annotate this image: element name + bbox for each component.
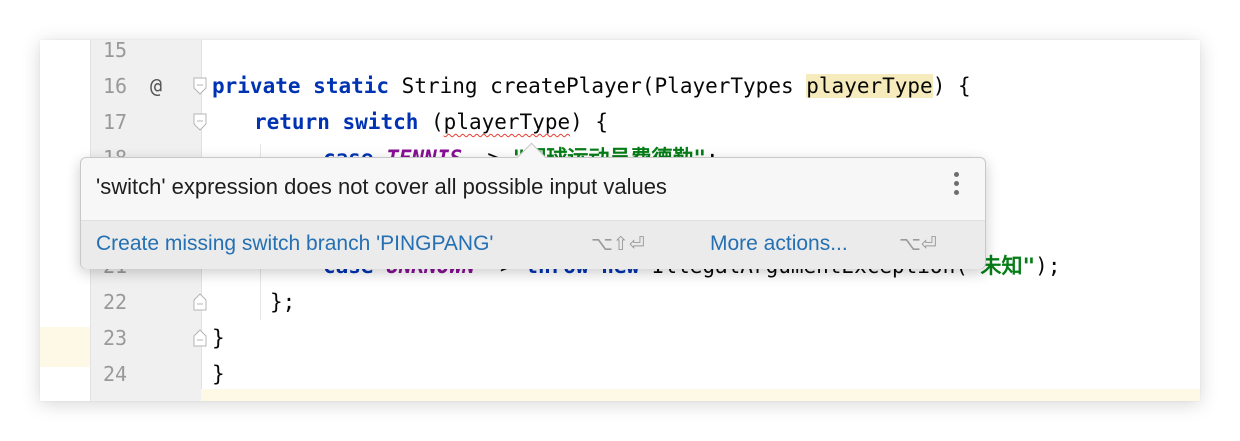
- override-annotation-marker[interactable]: @: [150, 68, 162, 104]
- line-number: 24: [103, 362, 128, 386]
- kebab-menu-icon[interactable]: [951, 172, 961, 202]
- line-number: 17: [103, 110, 128, 134]
- code-line[interactable]: 23 }: [40, 320, 1200, 356]
- line-number: 16: [103, 74, 128, 98]
- code-line[interactable]: 22 };: [40, 284, 1200, 320]
- code-line[interactable]: 17 return switch (playerType) {: [40, 104, 1200, 140]
- primary-action-shortcut: ⌥⇧⏎: [591, 233, 645, 255]
- more-actions-link[interactable]: More actions...: [710, 232, 848, 256]
- create-missing-branch-link[interactable]: Create missing switch branch 'PINGPANG': [96, 232, 493, 256]
- more-actions-shortcut: ⌥⏎: [899, 233, 937, 255]
- code-text[interactable]: };: [270, 284, 295, 320]
- code-text[interactable]: return switch (playerType) {: [254, 104, 608, 140]
- fold-collapse-icon[interactable]: [193, 113, 207, 131]
- code-text[interactable]: }: [212, 320, 225, 356]
- code-text[interactable]: }: [212, 356, 225, 392]
- error-underlined-param: playerType: [443, 110, 571, 134]
- inspection-popup: 'switch' expression does not cover all p…: [80, 142, 986, 269]
- code-line[interactable]: 24 }: [40, 356, 1200, 392]
- highlighted-parameter: playerType: [806, 74, 933, 98]
- fold-collapse-icon[interactable]: [193, 77, 207, 95]
- code-text[interactable]: private static String createPlayer(Playe…: [212, 68, 971, 104]
- line-number: 23: [103, 326, 128, 350]
- popup-actions: Create missing switch branch 'PINGPANG' …: [81, 220, 985, 269]
- line-number: 15: [103, 40, 128, 62]
- line-number: 22: [103, 290, 128, 314]
- fold-end-icon[interactable]: [193, 329, 207, 347]
- inspection-message: 'switch' expression does not cover all p…: [96, 174, 667, 199]
- popup-header: 'switch' expression does not cover all p…: [81, 158, 985, 220]
- fold-end-icon[interactable]: [193, 293, 207, 311]
- code-line[interactable]: 16 @ private static String createPlayer(…: [40, 68, 1200, 104]
- code-line[interactable]: 15: [40, 40, 1200, 68]
